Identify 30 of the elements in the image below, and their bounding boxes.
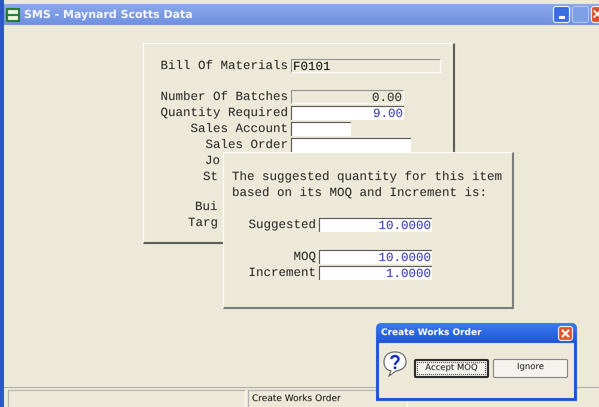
window-title: SMS - Maynard Scotts Data: [24, 8, 194, 21]
input-field: F0101: [291, 59, 441, 73]
field-label: Bui: [195, 200, 219, 214]
field-label: Increment: [247, 266, 317, 280]
question-icon: [383, 350, 407, 376]
field-label: Number Of Batches: [159, 90, 289, 104]
field-label: St: [203, 170, 220, 184]
field-label: Targ: [188, 216, 220, 230]
input-field[interactable]: 10.0000: [319, 218, 432, 232]
dialog-button[interactable]: Accept MOQ: [414, 359, 489, 378]
close-button[interactable]: [591, 6, 599, 23]
field-label: Sales Account: [189, 122, 289, 136]
field-label: Sales Order: [204, 138, 289, 152]
field-label: Jo: [205, 154, 222, 168]
minimize-button[interactable]: [553, 6, 570, 23]
field-label: Quantity Required: [159, 106, 289, 120]
message-text: The suggested quantity for this item based on its MOQ and Increment is:: [232, 169, 504, 201]
input-field[interactable]: 9.00: [291, 106, 404, 120]
input-field: 0.00: [291, 90, 404, 104]
input-field[interactable]: [291, 138, 411, 152]
field-label: Suggested: [247, 218, 317, 232]
input-field[interactable]: [291, 122, 351, 136]
dialog-title: Create Works Order: [381, 328, 483, 338]
field-label: MOQ: [292, 250, 317, 264]
dialog-button[interactable]: Ignore: [493, 359, 568, 378]
app-icon: [6, 8, 20, 22]
close-button[interactable]: [558, 326, 573, 340]
input-field[interactable]: 1.0000: [319, 266, 432, 280]
input-field[interactable]: 10.0000: [319, 250, 432, 264]
field-label: Bill Of Materials: [159, 59, 289, 73]
